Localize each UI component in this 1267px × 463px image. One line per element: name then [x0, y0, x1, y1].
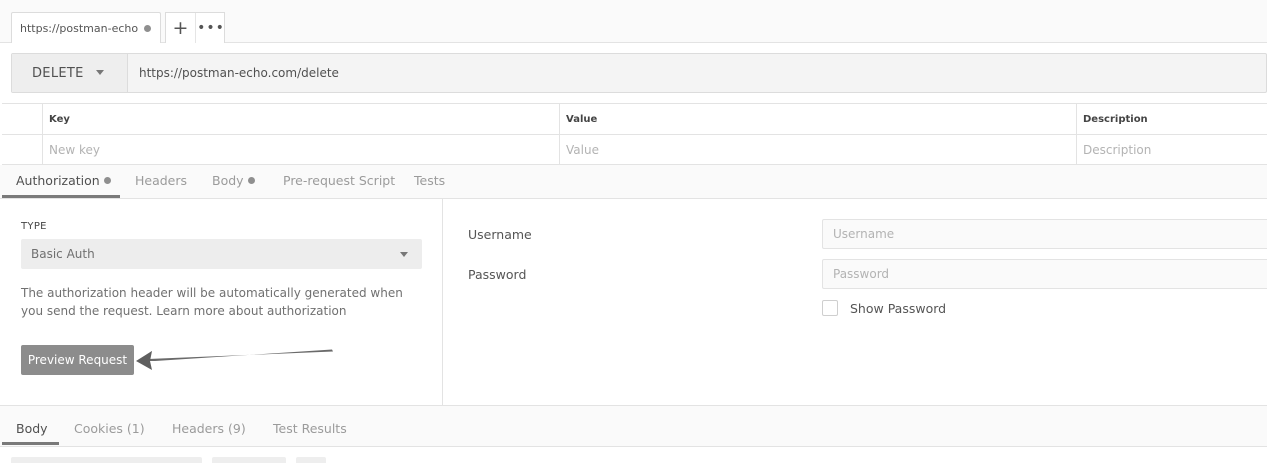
response-active-indicator [2, 442, 59, 445]
plus-icon[interactable]: + [166, 13, 196, 43]
show-password-checkbox[interactable] [822, 300, 838, 316]
tab-tests[interactable]: Tests [414, 173, 445, 188]
auth-type-label: TYPE [21, 221, 47, 232]
more-icon[interactable]: ••• [196, 13, 226, 43]
params-table: Key Value Description New key Value Desc… [2, 103, 1267, 166]
password-input[interactable]: Password [822, 259, 1267, 289]
auth-type-value: Basic Auth [31, 247, 95, 261]
active-tab-indicator [2, 195, 120, 198]
tab-body[interactable]: Body [212, 173, 255, 188]
response-control-stub [212, 457, 286, 463]
unsaved-dot-icon [144, 25, 151, 32]
tab-pre-request-script[interactable]: Pre-request Script [283, 173, 395, 188]
method-label: DELETE [32, 66, 84, 81]
auth-type-panel: TYPE Basic Auth The authorization header… [0, 199, 443, 405]
params-row-check [2, 135, 42, 166]
params-header-check [2, 104, 42, 135]
url-bar: DELETE https://postman-echo.com/delete [11, 53, 1267, 93]
chevron-down-icon [96, 70, 104, 75]
request-tab[interactable]: https://postman-echo [11, 12, 161, 43]
params-header-description: Description [1076, 104, 1267, 135]
response-control-stub [11, 457, 202, 463]
tab-authorization-label: Authorization [16, 173, 100, 188]
tab-strip: https://postman-echo + ••• [0, 0, 1267, 43]
username-input[interactable]: Username [822, 219, 1267, 249]
url-input[interactable]: https://postman-echo.com/delete [139, 66, 339, 80]
response-tabs: Body Cookies (1) Headers (9) Test Result… [0, 405, 1267, 447]
params-header-row: Key Value Description [2, 104, 1267, 135]
chevron-down-icon [400, 252, 408, 257]
response-tab-body[interactable]: Body [16, 421, 48, 436]
method-dropdown[interactable]: DELETE [12, 54, 128, 92]
auth-type-select[interactable]: Basic Auth [21, 239, 422, 269]
response-tab-headers[interactable]: Headers (9) [172, 421, 246, 436]
show-password-label: Show Password [850, 301, 947, 316]
tab-button-group: + ••• [165, 12, 225, 43]
auth-help-text: The authorization header will be automat… [21, 286, 403, 318]
param-value-input[interactable]: Value [559, 135, 1076, 166]
params-header-value: Value [559, 104, 1076, 135]
password-label: Password [468, 267, 527, 282]
tab-headers[interactable]: Headers [135, 173, 187, 188]
tab-body-label: Body [212, 173, 244, 188]
params-header-key: Key [42, 104, 559, 135]
preview-request-button[interactable]: Preview Request [21, 345, 134, 375]
tab-authorization[interactable]: Authorization [16, 173, 111, 188]
params-row: New key Value Description [2, 135, 1267, 166]
param-key-input[interactable]: New key [42, 135, 559, 166]
request-subtabs: Authorization Headers Body Pre-request S… [0, 165, 1267, 199]
auth-credentials-panel: Username Username Password Password Show… [443, 199, 1267, 405]
body-dot-icon [247, 177, 255, 184]
request-tab-title: https://postman-echo [20, 22, 139, 35]
authorization-dot-icon [103, 177, 111, 184]
response-control-stub [296, 457, 326, 463]
response-tab-test-results[interactable]: Test Results [273, 421, 347, 436]
response-tab-cookies[interactable]: Cookies (1) [74, 421, 145, 436]
param-description-input[interactable]: Description [1076, 135, 1267, 166]
username-label: Username [468, 227, 532, 242]
